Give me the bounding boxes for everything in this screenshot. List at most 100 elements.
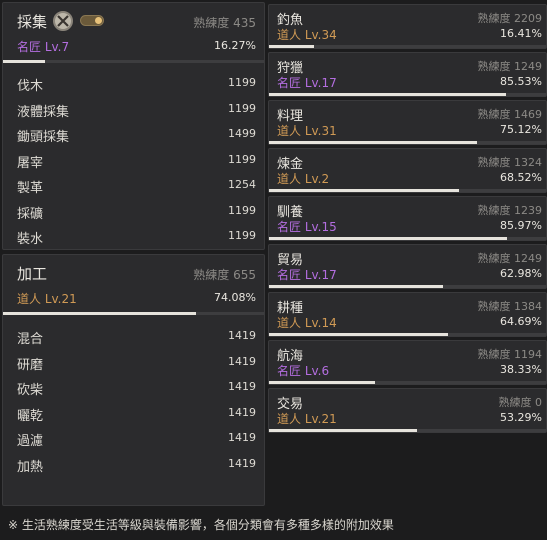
- skill-percent: 75.12%: [500, 123, 542, 136]
- sub-skill-name: 採礦: [17, 206, 44, 222]
- sub-skill-value: 1199: [228, 229, 256, 242]
- processing-progress-fill: [3, 312, 197, 315]
- footnote: ※ 生活熟練度受生活等級與裝備影響，各個分類會有多種多樣的附加效果: [8, 518, 394, 532]
- sub-skill-value: 1199: [228, 101, 256, 115]
- skill-progress-bar: [269, 333, 546, 336]
- skill-progress-bar: [269, 141, 546, 144]
- processing-panel: 加工 熟練度 655 道人 Lv.21 74.08% 混合 1419 研磨 1419 砍…: [2, 254, 265, 506]
- skill-panel-8[interactable]: 航海 熟練度 1194 名匠 Lv.6 38.33%: [268, 340, 547, 385]
- list-item: 裝水 1199: [3, 224, 264, 250]
- sub-skill-name: 過濾: [17, 434, 44, 449]
- sub-skill-name: 研磨: [17, 357, 44, 373]
- sub-skill-name: 加熱: [17, 459, 44, 475]
- skill-progress-fill: [269, 285, 444, 288]
- skill-panel-4[interactable]: 煉金 熟練度 1324 道人 Lv.2 68.52%: [268, 148, 547, 193]
- skill-percent: 85.97%: [500, 219, 542, 232]
- sub-skill-name: 鋤頭採集: [17, 130, 70, 145]
- skill-percent: 68.52%: [500, 171, 542, 184]
- gathering-sub-list: 伐木 1199 液體採集 1199 鋤頭採集 1499 屠宰 1199 製革 1254 採礦 1199…: [3, 71, 264, 250]
- gathering-header: 採集 熟練度 435 名匠 Lv.7 16.27%: [3, 3, 264, 63]
- skill-level: 名匠 Lv.6: [277, 364, 330, 378]
- toggle-switch[interactable]: [80, 15, 104, 26]
- skill-proficiency: 熟練度 2209: [477, 12, 543, 25]
- skill-percent: 53.29%: [500, 411, 542, 424]
- processing-header: 加工 熟練度 655 道人 Lv.21 74.08%: [3, 255, 264, 315]
- sub-skill-name: 伐木: [17, 79, 44, 94]
- skill-progress-fill: [269, 189, 459, 192]
- gathering-progress-bar: [3, 60, 264, 63]
- processing-percent: 74.08%: [214, 291, 256, 304]
- toggle-knob: [95, 17, 102, 24]
- sub-skill-value: 1419: [228, 329, 256, 342]
- skill-progress-bar: [269, 237, 546, 240]
- skill-panel-9[interactable]: 交易 熟練度 0 道人 Lv.21 53.29%: [268, 388, 547, 433]
- skill-progress-fill: [269, 237, 508, 240]
- processing-level: 道人 Lv.21: [17, 292, 77, 306]
- sub-skill-value: 1419: [228, 405, 256, 419]
- list-item: 採礦 1199: [3, 199, 264, 225]
- skill-proficiency: 熟練度 0: [498, 396, 543, 409]
- skill-progress-bar: [269, 429, 546, 432]
- list-item: 液體採集 1199: [3, 97, 264, 123]
- skill-progress-fill: [269, 333, 449, 336]
- sub-skill-value: 1199: [228, 76, 256, 89]
- skill-progress-bar: [269, 381, 546, 384]
- skill-level: 道人 Lv.2: [277, 172, 330, 186]
- sub-skill-value: 1419: [228, 431, 256, 444]
- skill-level: 道人 Lv.34: [277, 28, 337, 42]
- sub-skill-value: 1419: [228, 456, 256, 470]
- skill-level: 名匠 Lv.17: [277, 268, 337, 282]
- sub-skill-name: 製革: [17, 181, 44, 196]
- skill-level: 名匠 Lv.15: [277, 220, 337, 234]
- list-item: 研磨 1419: [3, 350, 264, 376]
- sub-skill-name: 裝水: [17, 232, 44, 247]
- list-item: 伐木 1199: [3, 71, 264, 97]
- sub-skill-name: 液體採集: [17, 104, 70, 120]
- skill-progress-fill: [269, 429, 417, 432]
- list-item: 加熱 1419: [3, 452, 264, 478]
- gathering-proficiency: 熟練度 435: [193, 16, 256, 30]
- skill-proficiency: 熟練度 1469: [477, 108, 543, 121]
- skill-progress-fill: [269, 381, 376, 384]
- skill-progress-fill: [269, 141, 478, 144]
- list-item: 砍柴 1419: [3, 375, 264, 401]
- processing-progress-bar: [3, 312, 264, 315]
- skill-progress-bar: [269, 285, 546, 288]
- list-item: 製革 1254: [3, 173, 264, 199]
- skill-proficiency: 熟練度 1249: [477, 252, 543, 265]
- crossed-tools-icon[interactable]: [53, 11, 73, 31]
- list-item: 鋤頭採集 1499: [3, 122, 264, 148]
- skill-level: 道人 Lv.14: [277, 316, 337, 330]
- skill-proficiency: 熟練度 1239: [477, 204, 543, 217]
- skill-level: 道人 Lv.21: [277, 412, 337, 426]
- gathering-title: 採集: [17, 13, 48, 31]
- skill-panel-5[interactable]: 馴養 熟練度 1239 名匠 Lv.15 85.97%: [268, 196, 547, 241]
- list-item: 混合 1419: [3, 324, 264, 350]
- sub-skill-value: 1419: [228, 380, 256, 393]
- skill-percent: 38.33%: [500, 363, 542, 376]
- skill-panel-1[interactable]: 釣魚 熟練度 2209 道人 Lv.34 16.41%: [268, 4, 547, 49]
- skill-panel-7[interactable]: 耕種 熟練度 1384 道人 Lv.14 64.69%: [268, 292, 547, 337]
- gathering-percent: 16.27%: [214, 39, 256, 52]
- skill-percent: 62.98%: [500, 267, 542, 280]
- list-item: 過濾 1419: [3, 426, 264, 452]
- skill-proficiency: 熟練度 1194: [477, 348, 543, 361]
- skill-percent: 64.69%: [500, 315, 542, 328]
- skill-progress-bar: [269, 93, 546, 96]
- sub-skill-value: 1499: [228, 127, 256, 140]
- sub-skill-value: 1199: [228, 152, 256, 166]
- processing-sub-list: 混合 1419 研磨 1419 砍柴 1419 曬乾 1419 過濾 1419 加熱 1419: [3, 324, 264, 477]
- list-item: 曬乾 1419: [3, 401, 264, 427]
- processing-proficiency: 熟練度 655: [193, 268, 256, 282]
- skill-panel-2[interactable]: 狩獵 熟練度 1249 名匠 Lv.17 85.53%: [268, 52, 547, 97]
- skill-progress-bar: [269, 189, 546, 192]
- skill-level: 道人 Lv.31: [277, 124, 337, 138]
- processing-title: 加工: [17, 265, 48, 283]
- sub-skill-value: 1199: [228, 203, 256, 217]
- gathering-panel: 採集 熟練度 435 名匠 Lv.7 16.27% 伐木 1199 液體採集 1199…: [2, 2, 265, 250]
- skill-panel-6[interactable]: 貿易 熟練度 1249 名匠 Lv.17 62.98%: [268, 244, 547, 289]
- sub-skill-name: 屠宰: [17, 155, 44, 171]
- skill-progress-bar: [269, 45, 546, 48]
- skill-progress-fill: [269, 93, 506, 96]
- skill-panel-3[interactable]: 料理 熟練度 1469 道人 Lv.31 75.12%: [268, 100, 547, 145]
